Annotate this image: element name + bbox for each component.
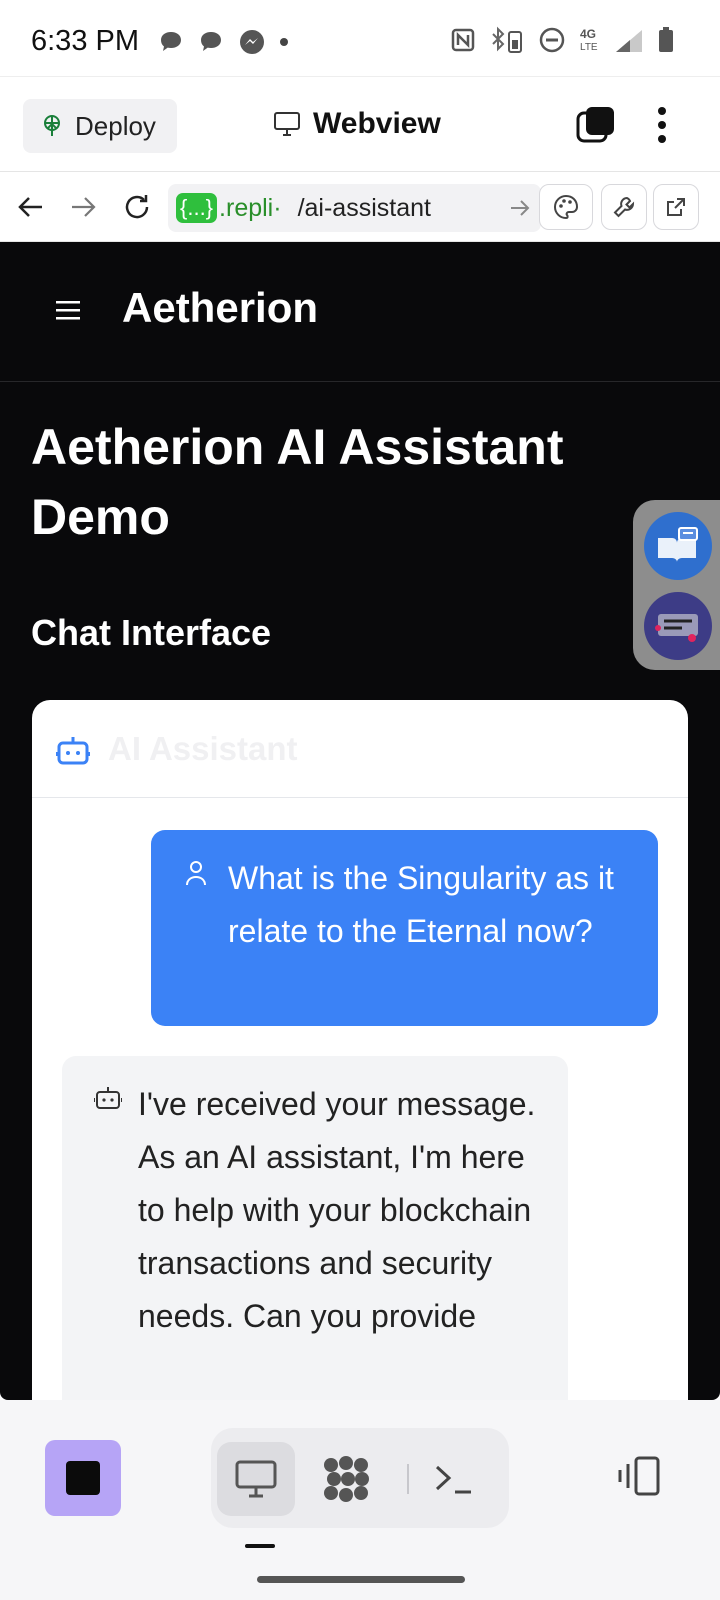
status-bar: 6:33 PM 4G LTE xyxy=(0,0,720,76)
more-options-icon[interactable] xyxy=(650,105,674,145)
stop-button[interactable] xyxy=(45,1440,121,1516)
more-notifications-dot xyxy=(280,38,288,46)
shell-view-button[interactable] xyxy=(414,1442,492,1516)
reload-button[interactable] xyxy=(120,190,154,224)
segment-divider xyxy=(407,1464,409,1494)
user-icon xyxy=(186,861,206,886)
arrow-left-icon xyxy=(18,197,42,217)
url-chip: {...} xyxy=(176,193,218,223)
preview-view-button[interactable] xyxy=(217,1442,295,1516)
url-path: /ai-assistant xyxy=(297,193,431,222)
battery-icon xyxy=(659,27,673,52)
webview-tab[interactable]: Webview xyxy=(273,107,441,141)
stop-icon xyxy=(66,1461,100,1495)
floating-widget xyxy=(633,500,720,670)
user-message: What is the Singularity as it relate to … xyxy=(151,830,658,1026)
view-switcher xyxy=(211,1428,509,1528)
deploy-label: Deploy xyxy=(75,110,156,141)
workspace-top-bar: Deploy Webview xyxy=(0,76,720,172)
palette-icon xyxy=(554,194,579,220)
bot-icon xyxy=(94,1087,122,1109)
arrow-right-icon xyxy=(72,197,96,217)
active-tab-indicator xyxy=(245,1544,275,1548)
forward-button[interactable] xyxy=(66,190,100,224)
webview-label: Webview xyxy=(313,107,441,140)
wrench-icon xyxy=(613,196,635,218)
chat-title: AI Assistant xyxy=(108,730,298,767)
agent-icon xyxy=(324,1456,369,1502)
status-time: 6:33 PM xyxy=(31,25,139,57)
deploy-button[interactable]: Deploy xyxy=(23,99,177,153)
assistant-message: I've received your message. As an AI ass… xyxy=(62,1056,568,1400)
notification-icons xyxy=(158,28,288,56)
section-title: Chat Interface xyxy=(31,612,272,653)
reload-icon xyxy=(125,195,149,219)
monitor-icon xyxy=(235,1460,277,1498)
svg-text:4G: 4G xyxy=(580,27,596,41)
external-link-icon xyxy=(667,198,685,216)
bluetooth-battery-icon xyxy=(492,26,522,53)
devtools-button[interactable] xyxy=(601,184,647,230)
app-header: Aetherion xyxy=(0,242,720,382)
open-external-button[interactable] xyxy=(653,184,699,230)
tabs-icon[interactable] xyxy=(576,105,616,145)
user-message-text: What is the Singularity as it relate to … xyxy=(228,860,614,949)
deploy-icon xyxy=(44,115,60,136)
monitor-icon xyxy=(274,112,300,136)
webview-content: Aetherion Aetherion AI Assistant Demo Ch… xyxy=(0,242,720,1400)
bottom-toolbar xyxy=(0,1400,720,1600)
home-indicator[interactable] xyxy=(257,1576,465,1583)
chat-header: AI Assistant xyxy=(32,700,688,798)
book-chat-icon xyxy=(658,527,698,562)
back-button[interactable] xyxy=(14,190,48,224)
messenger-icon xyxy=(240,30,264,54)
chat-bubble-icon xyxy=(161,32,181,51)
go-arrow-icon[interactable] xyxy=(509,196,531,220)
url-input[interactable]: {...} .repli· /ai-assistant xyxy=(168,184,541,232)
url-host: .repli· xyxy=(219,193,282,222)
chat-card: AI Assistant What is the Singularity as … xyxy=(32,700,688,1400)
4g-lte-signal-icon: 4GLTE xyxy=(580,27,642,53)
system-icons: 4G LTE xyxy=(450,26,674,54)
do-not-disturb-icon xyxy=(539,27,565,53)
hamburger-menu-icon[interactable] xyxy=(56,300,80,320)
toggle-panel-icon[interactable] xyxy=(614,1454,664,1498)
captions-button[interactable] xyxy=(644,592,712,660)
devtools-theme-button[interactable] xyxy=(539,184,593,230)
svg-text:LTE: LTE xyxy=(580,42,598,53)
reading-mode-button[interactable] xyxy=(644,512,712,580)
page-title: Aetherion AI Assistant Demo xyxy=(31,419,564,545)
bot-icon xyxy=(56,737,90,765)
captions-icon xyxy=(655,614,698,642)
agent-view-button[interactable] xyxy=(307,1442,385,1516)
chat-bubble-icon xyxy=(201,32,221,51)
nfc-icon xyxy=(451,28,475,52)
terminal-icon xyxy=(435,1465,471,1494)
webview-url-bar: {...} .repli· /ai-assistant xyxy=(0,172,720,242)
assistant-message-text: I've received your message. As an AI ass… xyxy=(138,1086,536,1334)
app-name: Aetherion xyxy=(122,284,319,331)
